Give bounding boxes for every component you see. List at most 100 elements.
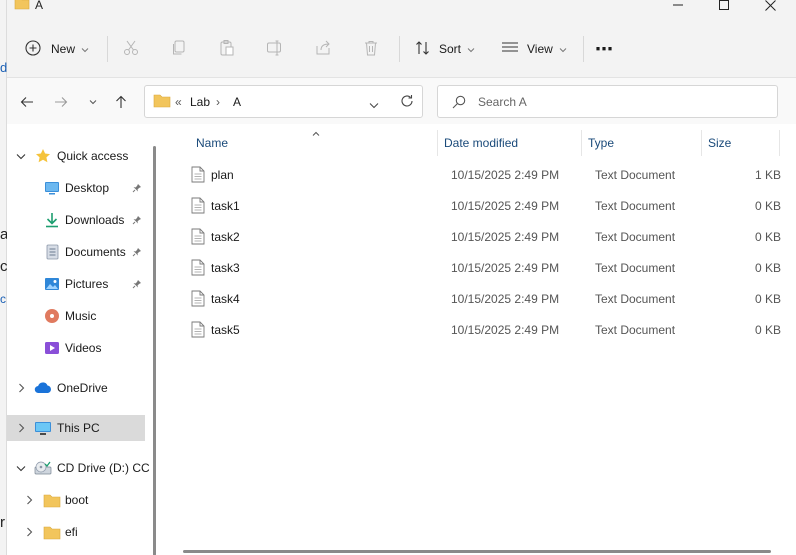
pictures-icon <box>43 275 61 293</box>
nav-folder-boot[interactable]: boot <box>7 487 157 513</box>
command-bar: New Sort View ⋯ <box>7 14 796 78</box>
view-button[interactable]: View <box>501 36 567 62</box>
file-size: 0 KB <box>754 292 781 306</box>
file-type: Text Document <box>595 323 676 337</box>
column-header-type[interactable]: Type <box>588 136 614 150</box>
forward-arrow-icon[interactable] <box>51 92 71 112</box>
chevron-down-icon <box>467 42 475 56</box>
text-file-icon <box>191 228 205 248</box>
column-header-date[interactable]: Date modified <box>444 136 518 150</box>
rename-icon[interactable] <box>265 38 285 58</box>
file-size: 0 KB <box>754 261 781 275</box>
nav-desktop[interactable]: Desktop <box>7 175 157 201</box>
nav-downloads[interactable]: Downloads <box>7 207 157 233</box>
refresh-icon[interactable] <box>400 94 414 111</box>
folder-icon <box>43 491 61 509</box>
column-header-name[interactable]: Name <box>196 136 228 150</box>
folder-icon <box>43 523 61 541</box>
nav-videos[interactable]: Videos <box>7 335 157 361</box>
column-divider[interactable] <box>701 130 702 156</box>
column-divider[interactable] <box>779 130 780 156</box>
videos-icon <box>43 339 61 357</box>
text-file-icon <box>191 197 205 217</box>
nav-pictures[interactable]: Pictures <box>7 271 157 297</box>
close-button[interactable] <box>747 0 793 13</box>
nav-documents[interactable]: Documents <box>7 239 157 265</box>
background-text: c <box>0 292 6 306</box>
nav-label: Documents <box>65 245 126 259</box>
documents-icon <box>43 243 61 261</box>
music-icon <box>43 307 61 325</box>
file-list: Name Date modified Type Size plan 10/15/… <box>163 124 796 555</box>
file-name: task1 <box>211 199 240 213</box>
back-arrow-icon[interactable] <box>17 92 37 112</box>
pin-icon <box>131 182 143 194</box>
nav-label: Desktop <box>65 181 110 195</box>
file-size: 0 KB <box>754 230 781 244</box>
cd-drive-icon <box>34 459 52 477</box>
share-icon[interactable] <box>313 38 333 58</box>
chevron-down-icon[interactable] <box>15 462 27 474</box>
folder-icon <box>153 93 171 111</box>
file-type: Text Document <box>595 168 676 182</box>
file-row[interactable]: task4 10/15/2025 2:49 PM Text Document 0… <box>179 283 781 314</box>
nav-quick-access[interactable]: Quick access <box>7 143 157 169</box>
chevron-down-icon <box>81 42 89 56</box>
pin-icon <box>131 278 143 290</box>
address-bar-row: « Lab › A Search A <box>7 78 796 124</box>
nav-music[interactable]: Music <box>7 303 157 329</box>
horizontal-scrollbar[interactable] <box>183 550 771 553</box>
paste-icon[interactable] <box>217 38 237 58</box>
chevron-right-icon[interactable] <box>23 494 35 506</box>
breadcrumb-lab[interactable]: Lab <box>190 95 210 109</box>
breadcrumb-overflow[interactable]: « <box>175 95 182 109</box>
new-label: New <box>51 42 76 56</box>
nav-onedrive[interactable]: OneDrive <box>7 375 157 401</box>
computer-icon <box>34 419 52 437</box>
toolbar-divider <box>583 36 584 62</box>
file-date: 10/15/2025 2:49 PM <box>451 261 560 275</box>
chevron-right-icon[interactable] <box>23 526 35 538</box>
search-placeholder: Search A <box>478 95 527 109</box>
file-row[interactable]: task2 10/15/2025 2:49 PM Text Document 0… <box>179 221 781 252</box>
search-box[interactable]: Search A <box>437 85 778 118</box>
chevron-down-icon[interactable] <box>15 150 27 162</box>
column-divider[interactable] <box>581 130 582 156</box>
cut-icon[interactable] <box>121 38 141 58</box>
delete-icon[interactable] <box>361 38 381 58</box>
nav-label: Music <box>65 309 97 323</box>
maximize-button[interactable] <box>701 0 747 13</box>
address-bar[interactable]: « Lab › A <box>144 85 423 118</box>
sort-icon <box>415 40 431 59</box>
more-options-button[interactable]: ⋯ <box>595 36 614 62</box>
file-name: task5 <box>211 323 240 337</box>
address-dropdown-icon[interactable] <box>369 98 379 112</box>
file-row[interactable]: task1 10/15/2025 2:49 PM Text Document 0… <box>179 190 781 221</box>
nav-cd-drive[interactable]: CD Drive (D:) CC <box>7 455 157 481</box>
column-divider[interactable] <box>437 130 438 156</box>
recent-locations-chevron-icon[interactable] <box>83 92 103 112</box>
minimize-button[interactable] <box>655 0 701 13</box>
nav-folder-efi[interactable]: efi <box>7 519 157 545</box>
nav-this-pc[interactable]: This PC <box>7 415 145 441</box>
file-name: plan <box>211 168 234 182</box>
sort-button[interactable]: Sort <box>415 36 475 62</box>
new-button[interactable]: New <box>25 36 89 62</box>
column-header-size[interactable]: Size <box>708 136 731 150</box>
toolbar-divider <box>107 36 108 62</box>
chevron-right-icon[interactable] <box>15 382 27 394</box>
breadcrumb-a[interactable]: A <box>233 95 241 109</box>
title-bar: A <box>7 0 796 14</box>
sort-label: Sort <box>439 42 462 56</box>
file-row[interactable]: plan 10/15/2025 2:49 PM Text Document 1 … <box>179 159 781 190</box>
nav-label: Videos <box>65 341 102 355</box>
file-row[interactable]: task5 10/15/2025 2:49 PM Text Document 0… <box>179 314 781 345</box>
chevron-right-icon[interactable] <box>15 422 27 434</box>
copy-icon[interactable] <box>169 38 189 58</box>
nav-label: efi <box>65 525 78 539</box>
nav-label: boot <box>65 493 89 507</box>
file-name: task3 <box>211 261 240 275</box>
up-arrow-icon[interactable] <box>111 92 131 112</box>
file-row[interactable]: task3 10/15/2025 2:49 PM Text Document 0… <box>179 252 781 283</box>
nav-scrollbar[interactable] <box>153 146 156 555</box>
